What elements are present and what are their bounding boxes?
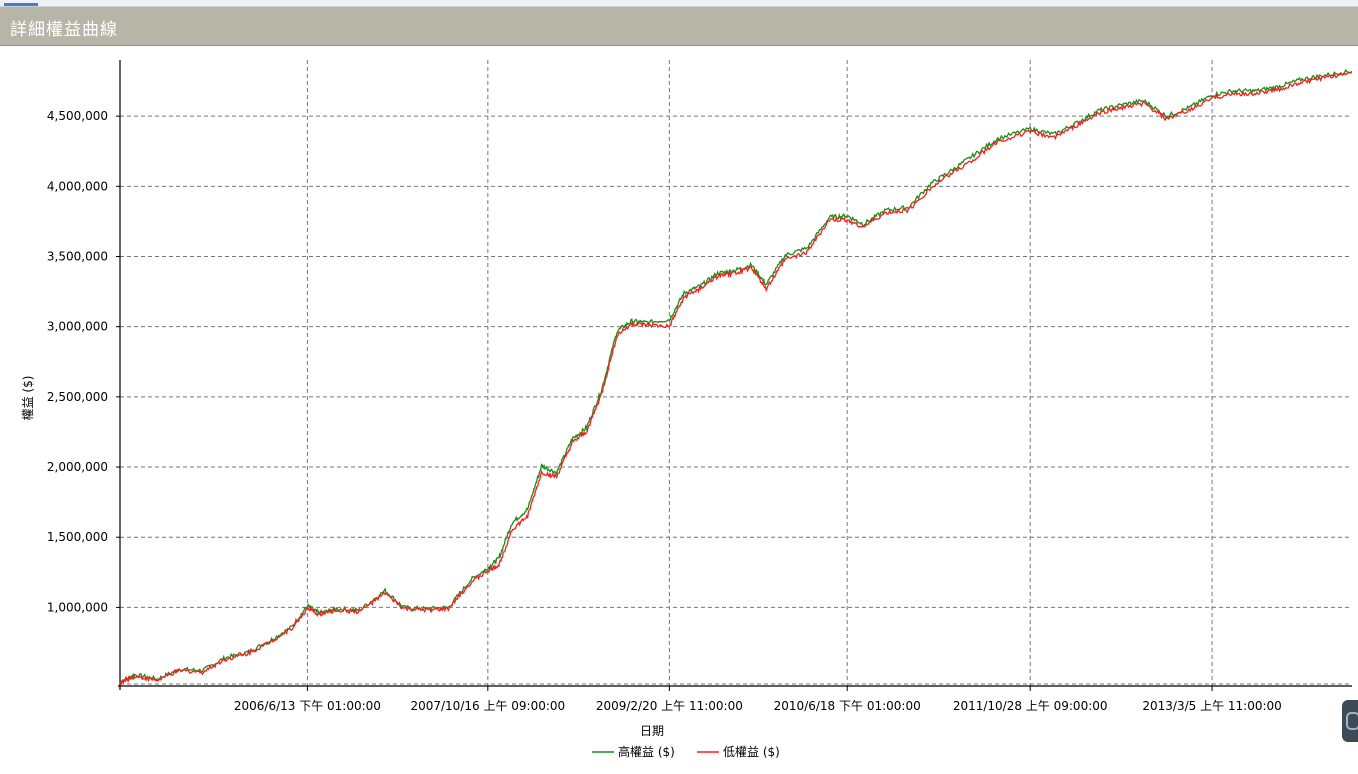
- x-tick-label: 2013/3/5 上午 11:00:00: [1142, 699, 1281, 713]
- y-tick-label: 1,500,000: [47, 530, 108, 544]
- y-tick-label: 4,000,000: [47, 179, 108, 193]
- x-tick-label: 2010/6/18 下午 01:00:00: [774, 699, 921, 713]
- y-tick-label: 4,500,000: [47, 109, 108, 123]
- legend: 高權益 ($) 低權益 ($): [592, 744, 780, 759]
- x-tick-labels: 2006/6/13 下午 01:00:00 2007/10/16 上午 09:00…: [234, 699, 1282, 713]
- y-tick-label: 2,000,000: [47, 460, 108, 474]
- axes: [116, 60, 1352, 691]
- handle-icon: [1346, 712, 1358, 730]
- y-tick-label: 3,000,000: [47, 320, 108, 334]
- series-line: [119, 71, 1353, 687]
- chart-area: 1,000,000 1,500,000 2,000,000 2,500,000 3,00…: [0, 46, 1358, 770]
- legend-label: 高權益 ($): [618, 744, 675, 759]
- panel-header: 詳細權益曲線: [0, 7, 1358, 46]
- side-handle[interactable]: [1342, 700, 1358, 742]
- y-tick-label: 1,000,000: [47, 600, 108, 614]
- grid-lines: [120, 60, 1352, 686]
- y-tick-label: 2,500,000: [47, 390, 108, 404]
- y-tick-label: 3,500,000: [47, 250, 108, 264]
- x-tick-label: 2009/2/20 上午 11:00:00: [596, 699, 743, 713]
- equity-chart: 1,000,000 1,500,000 2,000,000 2,500,000 3,00…: [21, 60, 1353, 759]
- top-edge: [0, 0, 1358, 7]
- y-axis-label: 權益 ($): [21, 376, 35, 421]
- x-tick-label: 2006/6/13 下午 01:00:00: [234, 699, 381, 713]
- y-tick-labels: 1,000,000 1,500,000 2,000,000 2,500,000 3,00…: [47, 109, 108, 614]
- x-tick-label: 2011/10/28 上午 09:00:00: [953, 699, 1108, 713]
- legend-label: 低權益 ($): [723, 745, 780, 759]
- x-tick-label: 2007/10/16 上午 09:00:00: [410, 699, 565, 713]
- active-tab-marker: [4, 3, 38, 6]
- x-axis-label: 日期: [640, 724, 664, 738]
- series-line: [119, 68, 1353, 684]
- series-lines: [119, 68, 1353, 687]
- panel-title: 詳細權益曲線: [10, 20, 118, 40]
